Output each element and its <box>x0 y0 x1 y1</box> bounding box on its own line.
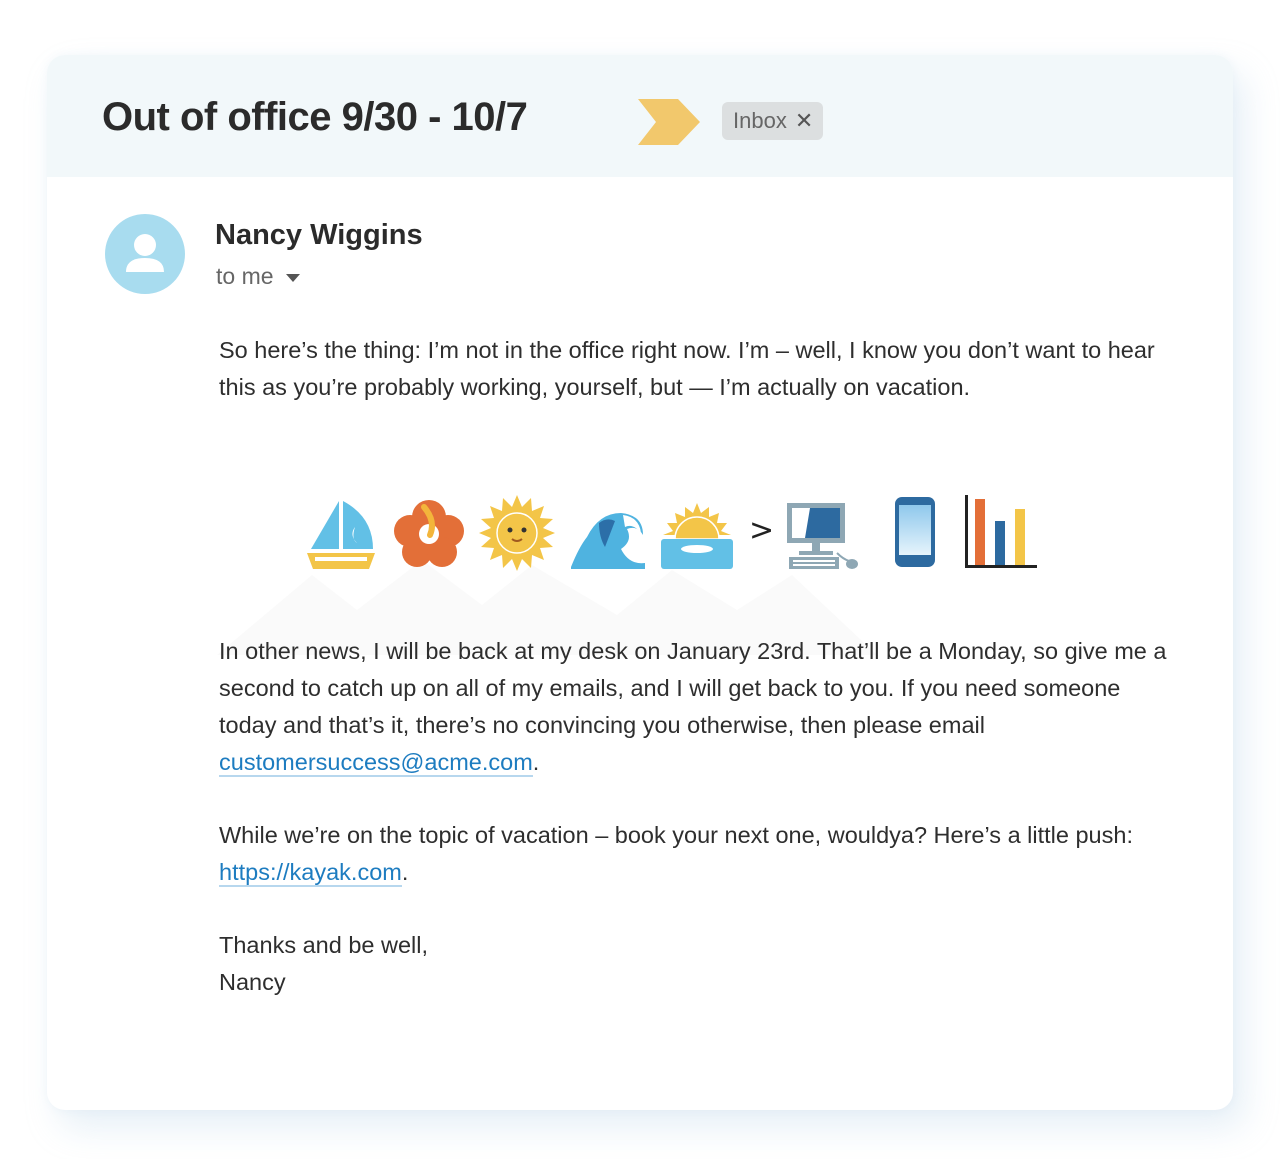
water-wave-icon <box>571 513 645 569</box>
recipient-details-toggle[interactable]: to me <box>216 263 300 290</box>
signoff: Thanks and be well, <box>219 932 429 958</box>
hibiscus-icon <box>394 500 464 567</box>
sailboat-icon <box>307 501 375 569</box>
signature: Nancy <box>219 969 286 995</box>
email-header: Out of office 9/30 - 10/7 Inbox ✕ <box>47 55 1233 177</box>
body-paragraph-2: In other news, I will be back at my desk… <box>219 633 1179 781</box>
paragraph-3-text: While we’re on the topic of vacation – b… <box>219 822 1133 848</box>
emoji-strip: > <box>297 495 1057 585</box>
importance-marker-icon[interactable] <box>638 99 700 145</box>
kayak-link[interactable]: https://kayak.com <box>219 859 402 887</box>
bar-chart-icon <box>965 495 1037 568</box>
label-chip-inbox: Inbox ✕ <box>722 102 824 140</box>
email-card: Out of office 9/30 - 10/7 Inbox ✕ Nancy … <box>47 55 1233 1110</box>
person-icon <box>126 234 164 272</box>
recipient-label: to me <box>216 263 274 289</box>
paragraph-3-end: . <box>401 859 409 885</box>
body-paragraph-3: While we’re on the topic of vacation – b… <box>219 817 1179 891</box>
desktop-computer-icon <box>787 503 858 569</box>
paragraph-2-text: In other news, I will be back at my desk… <box>219 638 1167 738</box>
mobile-phone-icon <box>895 497 935 567</box>
greater-than-separator: > <box>749 513 775 548</box>
sunrise-icon <box>661 503 733 569</box>
email-subject: Out of office 9/30 - 10/7 <box>102 95 528 139</box>
remove-label-icon[interactable]: ✕ <box>795 108 813 134</box>
email-link[interactable]: customersuccess@acme.com <box>219 749 533 777</box>
body-paragraph-1: So here’s the thing: I’m not in the offi… <box>219 337 1155 400</box>
label-chip-text: Inbox <box>733 108 787 133</box>
avatar[interactable] <box>105 214 185 294</box>
sender-name: Nancy Wiggins <box>215 219 423 251</box>
signoff-block: Thanks and be well, Nancy <box>219 927 1179 1001</box>
chevron-down-icon <box>285 273 300 282</box>
sun-with-face-icon <box>479 495 555 571</box>
paragraph-2-end: . <box>532 749 540 775</box>
